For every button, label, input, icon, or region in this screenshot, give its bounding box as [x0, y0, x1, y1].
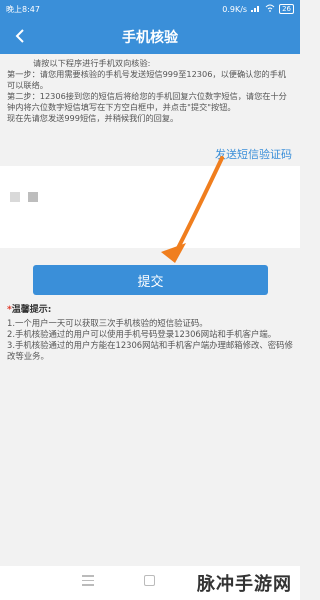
nav-bar: 手机核验: [0, 18, 300, 54]
tips-list: 1.一个用户一天可以获取三次手机核验的短信验证码。 2.手机核验通过的用户可以使…: [7, 318, 293, 362]
tips-title-text: 温馨提示:: [11, 305, 52, 315]
verification-code-input[interactable]: [8, 186, 292, 210]
instruction-line: 第二步：12306接到您的短信后将给您的手机回复六位数字短信，请您在十分钟内将六…: [7, 91, 287, 112]
instruction-line: 第一步：请您用需要核验的手机号发送短信999至12306，以便确认您的手机可以联…: [7, 69, 287, 90]
tips-title: *温馨提示:: [7, 302, 51, 315]
instruction-line: 请按以下程序进行手机双向核验:: [33, 58, 151, 68]
tip-item: 2.手机核验通过的用户可以使用手机号码登录12306网站和手机客户端。: [7, 329, 277, 339]
wifi-icon: [265, 4, 275, 14]
input-panel: [0, 166, 300, 248]
page-title: 手机核验: [122, 30, 178, 46]
signal-icon: [251, 4, 261, 14]
watermark: 脉冲手游网: [197, 574, 292, 595]
status-bar: 晚上8:47 0.9K/s 26: [0, 0, 300, 18]
status-time: 晚上8:47: [6, 5, 40, 14]
network-speed: 0.9K/s: [222, 4, 248, 14]
instruction-line: 现在先请您发送999短信，并稍候我们的回复。: [7, 113, 179, 123]
send-code-link[interactable]: 发送短信验证码: [215, 146, 292, 162]
bottom-nav-bar: 脉冲手游网: [0, 566, 300, 600]
status-indicators: 0.9K/s 26: [222, 4, 294, 14]
home-icon[interactable]: [144, 575, 155, 586]
battery-icon: 26: [279, 4, 294, 14]
submit-button[interactable]: 提交: [33, 265, 268, 295]
menu-icon[interactable]: [82, 575, 94, 587]
input-placeholder: [10, 192, 38, 202]
tip-item: 1.一个用户一天可以获取三次手机核验的短信验证码。: [7, 318, 208, 328]
instructions: 请按以下程序进行手机双向核验: 第一步：请您用需要核验的手机号发送短信999至1…: [7, 58, 294, 124]
tip-item: 3.手机核验通过的用户方能在12306网站和手机客户端办理邮箱修改、密码修改等业…: [7, 340, 293, 361]
